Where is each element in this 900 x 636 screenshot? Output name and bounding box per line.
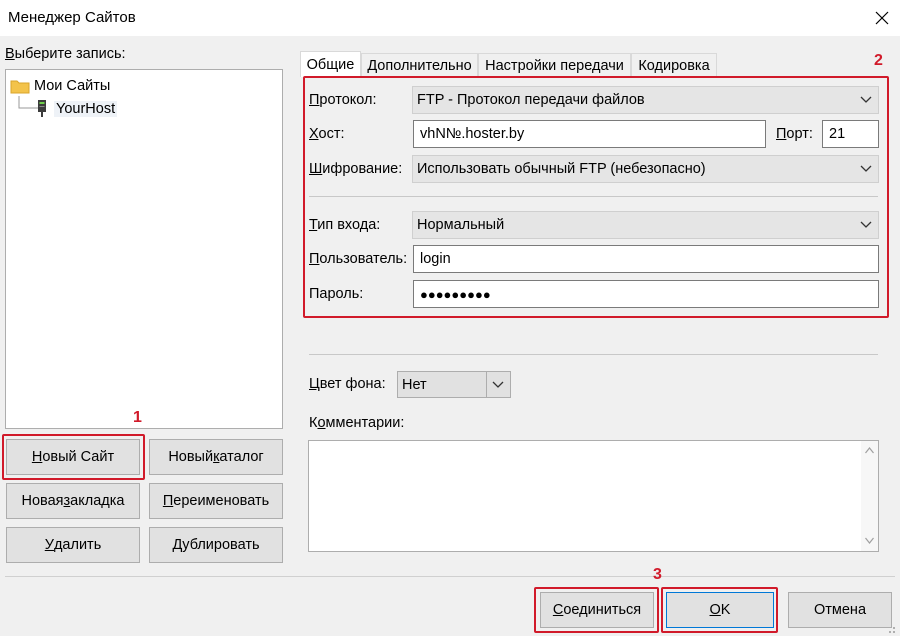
- close-button[interactable]: [864, 0, 900, 36]
- tab-advanced[interactable]: Дополнительно: [361, 53, 478, 77]
- site-tree[interactable]: Мои Сайты YourHost: [5, 69, 283, 429]
- tree-item-yourhost[interactable]: YourHost: [36, 99, 118, 119]
- scrollbar[interactable]: [861, 441, 878, 551]
- folder-icon: [10, 80, 30, 94]
- bgcolor-label: Цвет фона:: [309, 376, 386, 392]
- scroll-up-icon[interactable]: [865, 447, 874, 454]
- annotation-box-2: [303, 76, 889, 318]
- footer-separator: [5, 576, 895, 577]
- bgcolor-value: Нет: [402, 376, 427, 393]
- separator: [309, 354, 878, 355]
- tree-item-my-sites[interactable]: Мои Сайты: [10, 76, 110, 96]
- select-entry-label: Выберите запись:: [5, 46, 126, 62]
- annotation-number-1: 1: [133, 409, 142, 426]
- delete-button[interactable]: Удалить: [6, 527, 140, 563]
- bgcolor-select[interactable]: Нет: [397, 371, 511, 398]
- tab-general[interactable]: Общие: [300, 51, 361, 77]
- comments-textarea[interactable]: [308, 440, 879, 552]
- scroll-down-icon[interactable]: [865, 537, 874, 544]
- select-divider: [486, 372, 487, 397]
- tab-charset[interactable]: Кодировка: [631, 53, 717, 77]
- annotation-box-3b: [661, 587, 778, 633]
- chevron-down-icon: [492, 381, 504, 388]
- close-icon: [875, 11, 889, 25]
- tab-transfer-settings[interactable]: Настройки передачи: [478, 53, 631, 77]
- annotation-box-3a: [534, 587, 659, 633]
- new-bookmark-button[interactable]: Новая з акладка: [6, 483, 140, 519]
- rename-button[interactable]: Переименовать: [149, 483, 283, 519]
- cancel-button[interactable]: Отмена: [788, 592, 892, 628]
- annotation-number-3: 3: [653, 566, 662, 583]
- duplicate-button[interactable]: Дублировать: [149, 527, 283, 563]
- new-folder-button[interactable]: Новый к аталог: [149, 439, 283, 475]
- annotation-number-2: 2: [874, 52, 883, 69]
- tree-item-label: Мои Сайты: [34, 78, 111, 94]
- annotation-box-1: [2, 434, 145, 480]
- window-title: Менеджер Сайтов: [8, 9, 136, 26]
- comments-label: Комментарии:: [309, 415, 405, 431]
- resize-grip-icon[interactable]: [884, 622, 896, 634]
- tree-item-label: YourHost: [54, 101, 118, 117]
- server-icon: [38, 100, 46, 117]
